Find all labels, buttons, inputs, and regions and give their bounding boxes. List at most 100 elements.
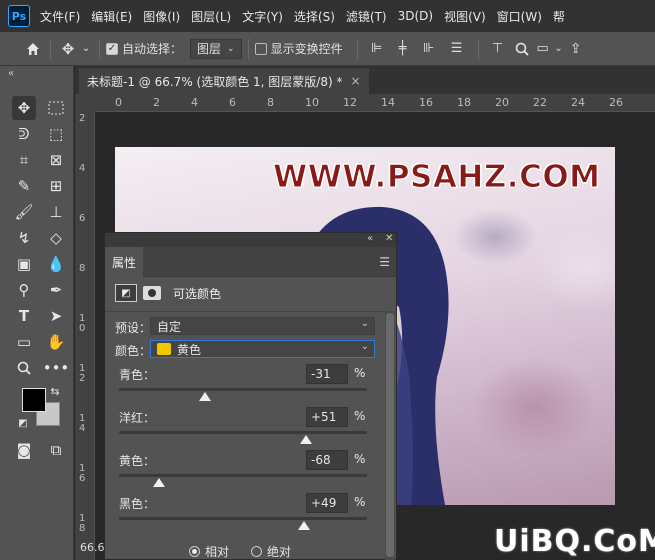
- layer-dropdown[interactable]: 图层 ⌄: [190, 38, 242, 59]
- slider-track[interactable]: [119, 431, 367, 434]
- layer-mask-icon[interactable]: [143, 286, 161, 300]
- swap-colors-icon[interactable]: ⇆: [48, 384, 62, 398]
- marquee-tool-icon[interactable]: [44, 96, 68, 120]
- ruler-v-label: 1 8: [79, 513, 86, 534]
- menu-edit[interactable]: 编辑(E): [91, 8, 132, 25]
- slider-thumb[interactable]: [297, 521, 310, 530]
- separator: [477, 38, 479, 59]
- photoshop-logo: Ps: [8, 5, 30, 27]
- zoom-readout[interactable]: 66.6: [80, 541, 105, 554]
- menu-window[interactable]: 窗口(W): [497, 8, 542, 25]
- adjustment-layer-icon[interactable]: ◩: [115, 284, 137, 302]
- menu-file[interactable]: 文件(F): [40, 8, 80, 25]
- slider-thumb[interactable]: [152, 478, 165, 487]
- scroll-thumb[interactable]: [386, 313, 394, 557]
- slider-thumb[interactable]: [300, 435, 313, 444]
- move-tool-icon[interactable]: ✥: [57, 40, 79, 58]
- share-icon[interactable]: ⇪: [565, 41, 587, 57]
- chevron-down-icon[interactable]: ⌄: [79, 43, 93, 54]
- rectangle-tool-icon[interactable]: ▭: [12, 330, 36, 354]
- ruler-h-label: 20: [495, 96, 509, 109]
- gradient-tool-icon[interactable]: ▣: [12, 252, 36, 276]
- slider-value-input[interactable]: +49: [306, 493, 348, 513]
- pen-tool-icon[interactable]: ✒: [44, 278, 68, 302]
- zoom-tool-icon[interactable]: [12, 356, 36, 380]
- slider-value-input[interactable]: -68: [306, 450, 348, 470]
- tools-panel: « ✥ ᕲ ⬚ ⌗ ⊠ ✎ ⊞ 🖌 ⊥ ↯ ◇ ▣ 💧 ⚲ ✒ T ➤ ▭ ✋ …: [0, 66, 74, 560]
- slider-track[interactable]: [119, 388, 367, 391]
- close-icon[interactable]: ×: [350, 74, 360, 88]
- method-radio-group: 相对 绝对: [189, 543, 291, 560]
- slider-value-input[interactable]: -31: [306, 364, 348, 384]
- slider-label: 黑色：: [119, 497, 156, 511]
- distribute-icon[interactable]: ☰: [442, 41, 472, 56]
- tab-properties[interactable]: 属性: [105, 247, 143, 277]
- foreground-color-swatch[interactable]: [22, 388, 46, 412]
- vertical-ruler: 2 4 6 8 1 0 1 2 1 4 1 6 1 8: [75, 112, 95, 560]
- history-brush-tool-icon[interactable]: ↯: [12, 226, 36, 250]
- close-icon[interactable]: ✕: [385, 233, 393, 244]
- menu-select[interactable]: 选择(S): [294, 8, 335, 25]
- align-right-icon[interactable]: ⊪: [416, 41, 442, 56]
- show-transform-label: 显示变换控件: [270, 42, 343, 56]
- menu-3d[interactable]: 3D(D): [398, 9, 433, 23]
- separator: [50, 38, 51, 59]
- align-center-icon[interactable]: ╪: [390, 41, 416, 56]
- frame-tool-icon[interactable]: ⊠: [44, 148, 68, 172]
- panel-scrollbar[interactable]: [385, 311, 395, 560]
- relative-label: 相对: [205, 545, 230, 559]
- brush-tool-icon[interactable]: 🖌: [12, 200, 36, 224]
- preset-dropdown[interactable]: 自定 ⌄: [150, 317, 375, 335]
- collapse-icon[interactable]: «: [8, 68, 14, 79]
- menu-view[interactable]: 视图(V): [444, 8, 486, 25]
- adjustment-header: ◩ 可选颜色: [115, 281, 221, 305]
- blur-tool-icon[interactable]: 💧: [44, 252, 68, 276]
- path-select-tool-icon[interactable]: ➤: [44, 304, 68, 328]
- crop-tool-icon[interactable]: ⌗: [12, 148, 36, 172]
- hand-tool-icon[interactable]: ✋: [44, 330, 68, 354]
- menu-layer[interactable]: 图层(L): [191, 8, 231, 25]
- align-left-icon[interactable]: ⊫: [364, 41, 390, 56]
- lasso-tool-icon[interactable]: ᕲ: [12, 122, 36, 146]
- slider-thumb[interactable]: [198, 392, 211, 401]
- stamp-tool-icon[interactable]: ⊥: [44, 200, 68, 224]
- ruler-h-label: 10: [305, 96, 319, 109]
- eyedropper-tool-icon[interactable]: ✎: [12, 174, 36, 198]
- more-tools-icon[interactable]: •••: [43, 356, 70, 380]
- menu-filter[interactable]: 滤镜(T): [346, 8, 387, 25]
- object-select-tool-icon[interactable]: ⬚: [44, 122, 68, 146]
- slider-track[interactable]: [119, 474, 367, 477]
- divider: [105, 311, 385, 312]
- eraser-tool-icon[interactable]: ◇: [44, 226, 68, 250]
- chevron-down-icon[interactable]: ⌄: [553, 43, 565, 54]
- colors-dropdown[interactable]: 黄色 ⌄: [150, 340, 375, 358]
- quick-mask-icon[interactable]: ◙: [12, 438, 36, 462]
- absolute-radio[interactable]: [251, 546, 263, 557]
- ruler-v-label: 8: [79, 263, 86, 274]
- default-colors-icon[interactable]: ◩: [16, 416, 30, 430]
- search-icon[interactable]: [511, 42, 533, 56]
- menu-image[interactable]: 图像(I): [143, 8, 180, 25]
- preset-label: 预设：: [115, 321, 152, 335]
- menu-help[interactable]: 帮: [553, 8, 565, 25]
- slider-value-input[interactable]: +51: [306, 407, 348, 427]
- auto-select-checkbox[interactable]: ✓: [106, 42, 118, 55]
- screen-mode-icon[interactable]: ⧉: [44, 438, 68, 462]
- align-top-icon[interactable]: ⊤: [485, 41, 511, 56]
- ruler-h-label: 2: [153, 96, 160, 109]
- document-tab[interactable]: 未标题-1 @ 66.7% (选取颜色 1, 图层蒙版/8) * ×: [79, 68, 369, 94]
- workspace-icon[interactable]: ▭: [533, 41, 553, 56]
- home-icon[interactable]: [22, 41, 44, 57]
- menu-type[interactable]: 文字(Y): [242, 8, 283, 25]
- panel-menu-icon[interactable]: ☰: [379, 255, 390, 269]
- show-transform-checkbox[interactable]: [254, 42, 267, 55]
- slider-track[interactable]: [119, 517, 367, 520]
- relative-radio[interactable]: [189, 546, 200, 557]
- type-tool-icon[interactable]: T: [12, 304, 36, 328]
- chevron-down-icon: ⌄: [360, 318, 369, 329]
- ruler-h-label: 12: [343, 96, 357, 109]
- collapse-icon[interactable]: «: [367, 233, 373, 244]
- dodge-tool-icon[interactable]: ⚲: [12, 278, 36, 302]
- move-tool-icon[interactable]: ✥: [12, 96, 36, 120]
- spot-heal-tool-icon[interactable]: ⊞: [44, 174, 68, 198]
